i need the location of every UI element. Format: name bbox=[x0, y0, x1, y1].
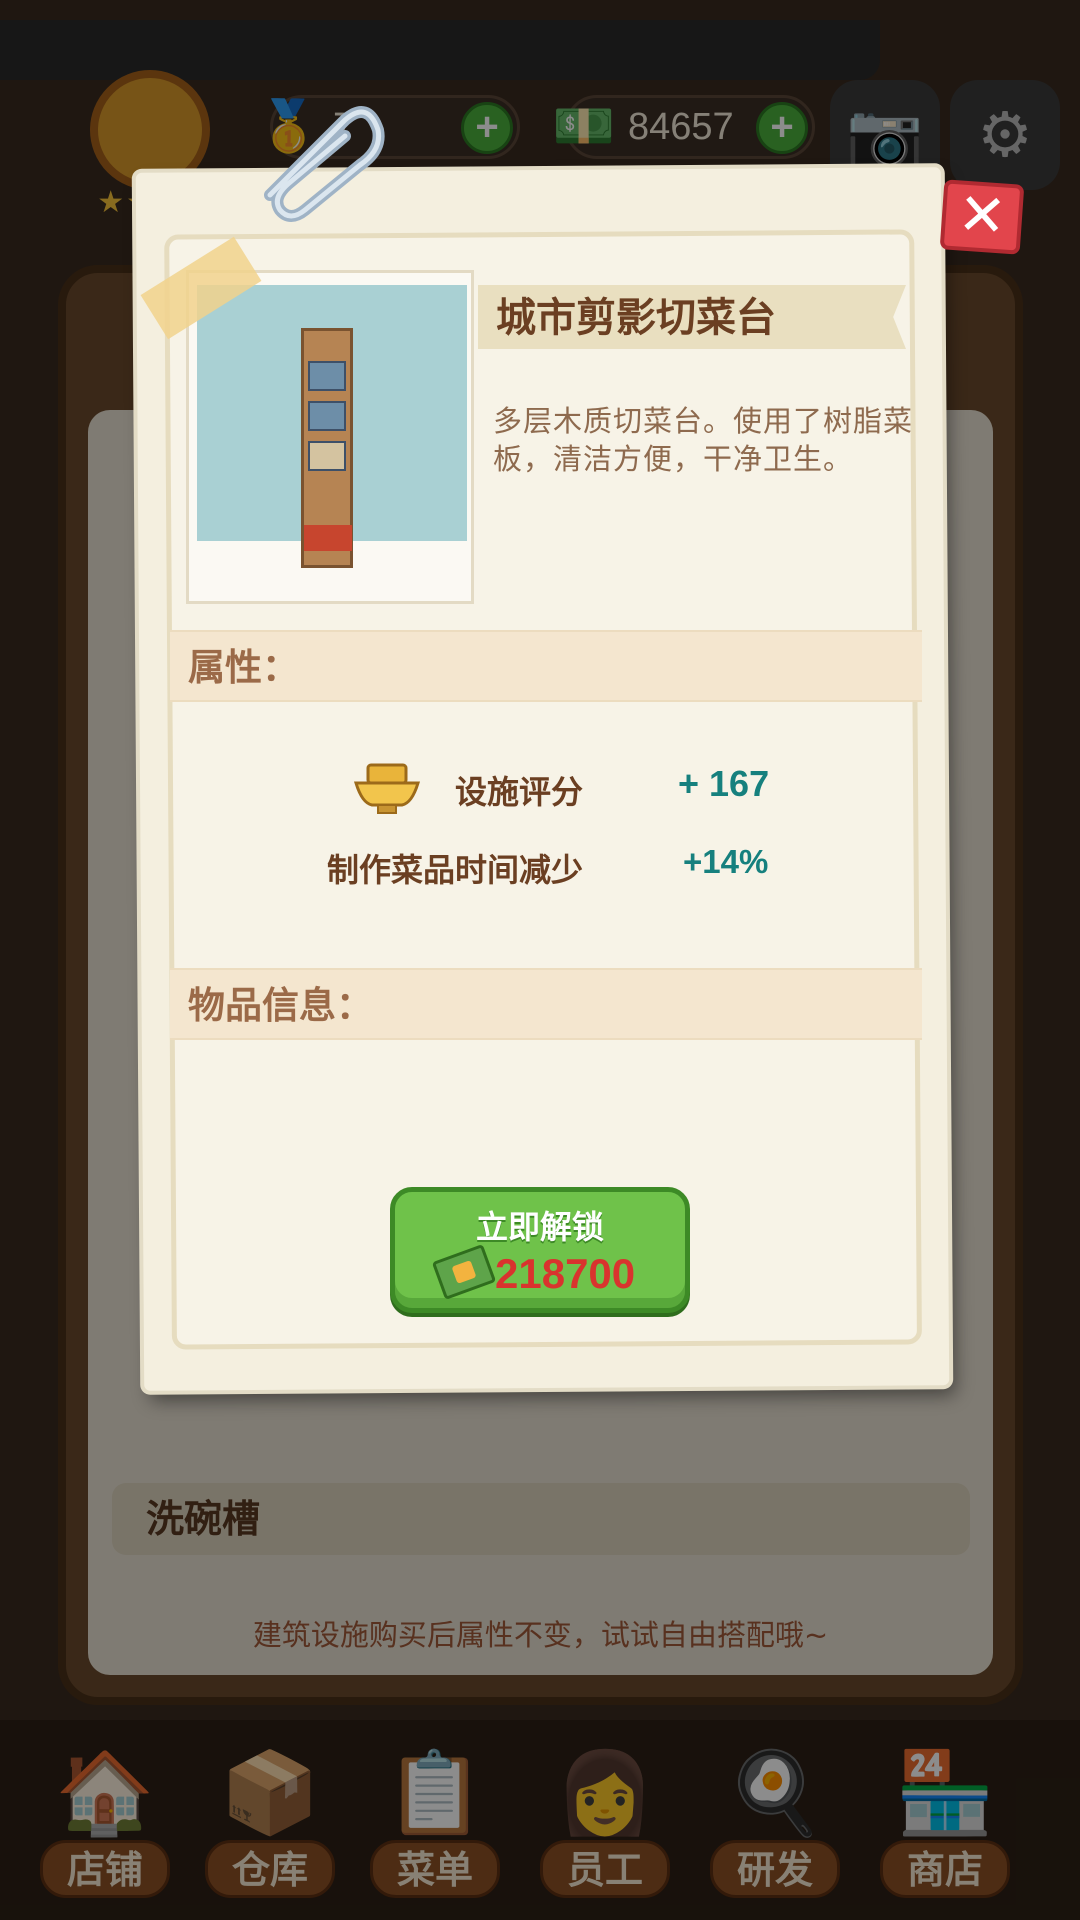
item-info-header: 物品信息： bbox=[170, 968, 922, 1040]
item-image-frame bbox=[186, 270, 474, 604]
paperclip-icon bbox=[264, 106, 385, 222]
facility-score-icon bbox=[353, 763, 421, 814]
item-description: 多层木质切菜台。使用了树脂菜板，清洁方便，干净卫生。 bbox=[493, 404, 914, 476]
unlock-button[interactable]: 立即解锁 218700 bbox=[390, 1187, 690, 1313]
vegetable-tray bbox=[304, 525, 352, 551]
cook-time-reduction-value: +14% bbox=[683, 843, 769, 880]
attributes-list: 设施评分 + 167 制作菜品时间减少 +14% bbox=[170, 703, 922, 968]
cutting-station-image bbox=[301, 328, 353, 568]
shelf-panel bbox=[308, 441, 346, 471]
cash-icon bbox=[431, 1243, 497, 1301]
cook-time-reduction-label: 制作菜品时间减少 bbox=[327, 851, 584, 889]
attributes-header: 属性： bbox=[170, 630, 922, 702]
unlock-price: 218700 bbox=[495, 1250, 636, 1297]
shelf-panel bbox=[308, 401, 346, 431]
unlock-button-label: 立即解锁 bbox=[475, 1208, 604, 1246]
item-title: 城市剪影切菜台 bbox=[496, 295, 776, 341]
shelf-panel bbox=[308, 361, 346, 391]
facility-score-value: + 167 bbox=[678, 763, 770, 804]
close-icon: ✕ bbox=[955, 179, 1009, 251]
facility-score-label: 设施评分 bbox=[455, 773, 584, 811]
close-button[interactable]: ✕ bbox=[939, 179, 1025, 255]
